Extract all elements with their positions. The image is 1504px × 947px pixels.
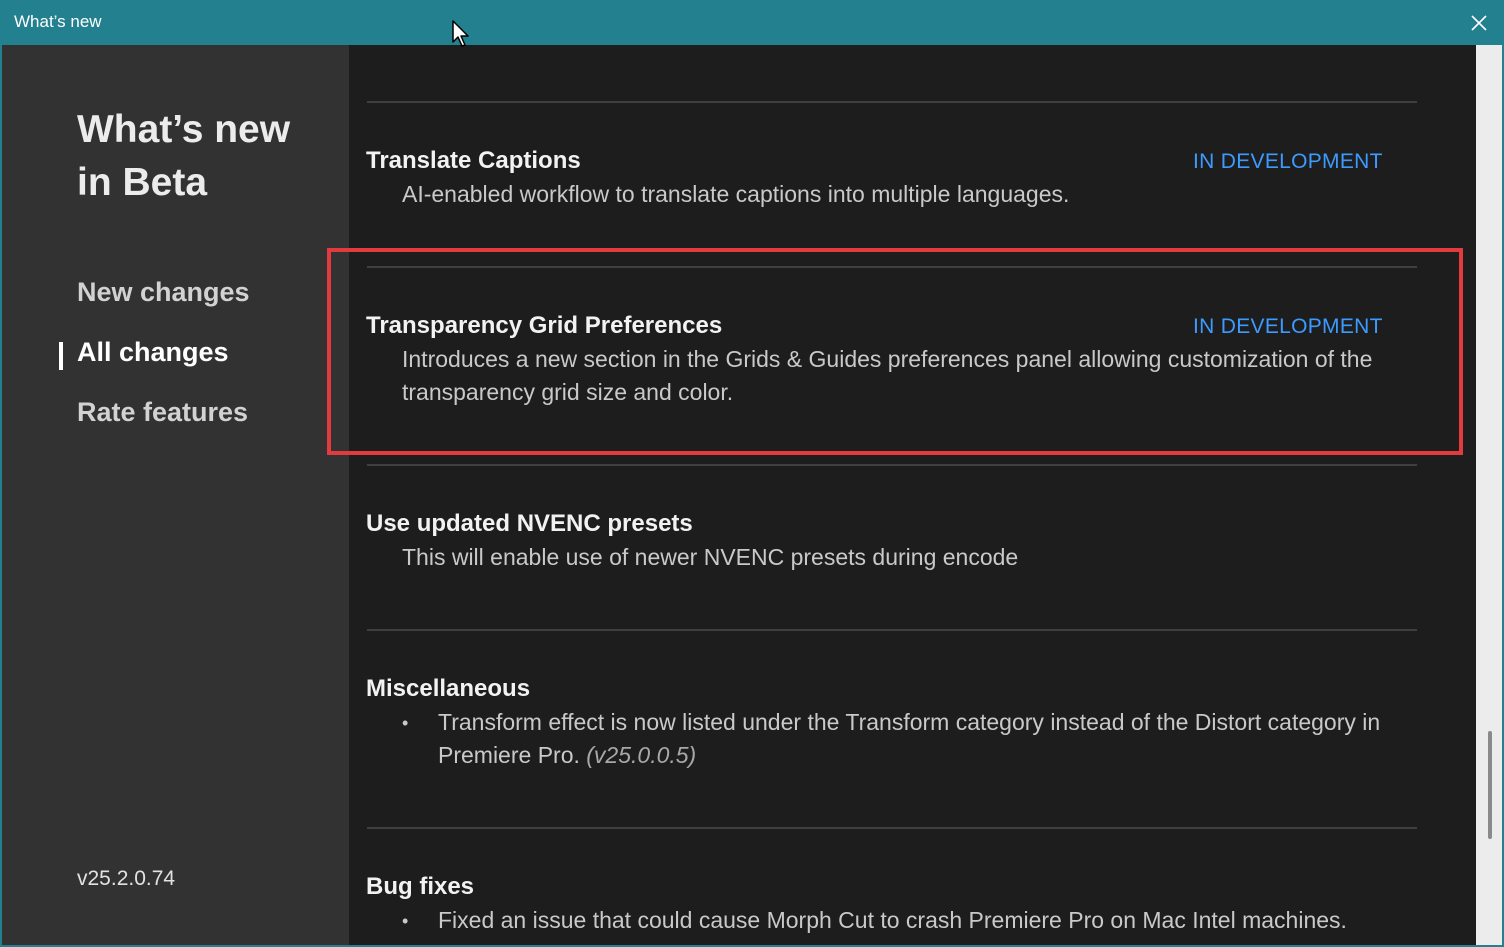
sidebar-heading: What’s new in Beta bbox=[77, 103, 337, 209]
close-icon bbox=[1471, 14, 1487, 31]
feature-description: AI-enabled workflow to translate caption… bbox=[402, 181, 1070, 207]
nav-item-new-changes[interactable]: New changes bbox=[77, 277, 250, 308]
sidebar: What’s new in Beta New changes All chang… bbox=[2, 45, 349, 945]
close-button[interactable] bbox=[1454, 0, 1504, 45]
list-item: Fixed an issue that could cause Morph Cu… bbox=[438, 907, 1347, 933]
highlight-box bbox=[327, 248, 1463, 455]
bullet-icon: • bbox=[402, 713, 409, 733]
mouse-pointer-icon bbox=[452, 20, 469, 47]
divider bbox=[367, 827, 1417, 829]
sidebar-heading-line1: What’s new bbox=[77, 108, 291, 151]
bullet-icon: • bbox=[402, 911, 409, 931]
list-item-text: Transform effect is now listed under the… bbox=[438, 709, 1381, 768]
divider bbox=[367, 629, 1417, 631]
status-badge: IN DEVELOPMENT bbox=[1193, 150, 1383, 173]
divider bbox=[367, 101, 1417, 103]
section-title: Miscellaneous bbox=[366, 675, 531, 702]
feature-description: This will enable use of newer NVENC pres… bbox=[402, 544, 1019, 570]
divider bbox=[367, 464, 1417, 466]
section-title: Bug fixes bbox=[366, 873, 475, 900]
list-item: Transform effect is now listed under the… bbox=[438, 706, 1438, 772]
active-nav-indicator bbox=[59, 342, 63, 370]
list-item-version: (v25.0.0.5) bbox=[586, 742, 697, 768]
version-label: v25.2.0.74 bbox=[77, 867, 176, 890]
feature-title: Translate Captions bbox=[366, 147, 581, 174]
scrollbar-thumb[interactable] bbox=[1488, 731, 1492, 839]
nav-item-rate-features[interactable]: Rate features bbox=[77, 397, 248, 428]
nav-item-all-changes[interactable]: All changes bbox=[77, 337, 229, 368]
window-title: What’s new bbox=[14, 12, 102, 31]
changes-list[interactable]: Translate Captions IN DEVELOPMENT AI-ena… bbox=[349, 45, 1476, 945]
scrollbar[interactable] bbox=[1476, 45, 1502, 945]
sidebar-heading-line2: in Beta bbox=[77, 161, 208, 204]
feature-title: Use updated NVENC presets bbox=[366, 510, 693, 537]
window-titlebar: What’s new bbox=[0, 0, 1504, 45]
